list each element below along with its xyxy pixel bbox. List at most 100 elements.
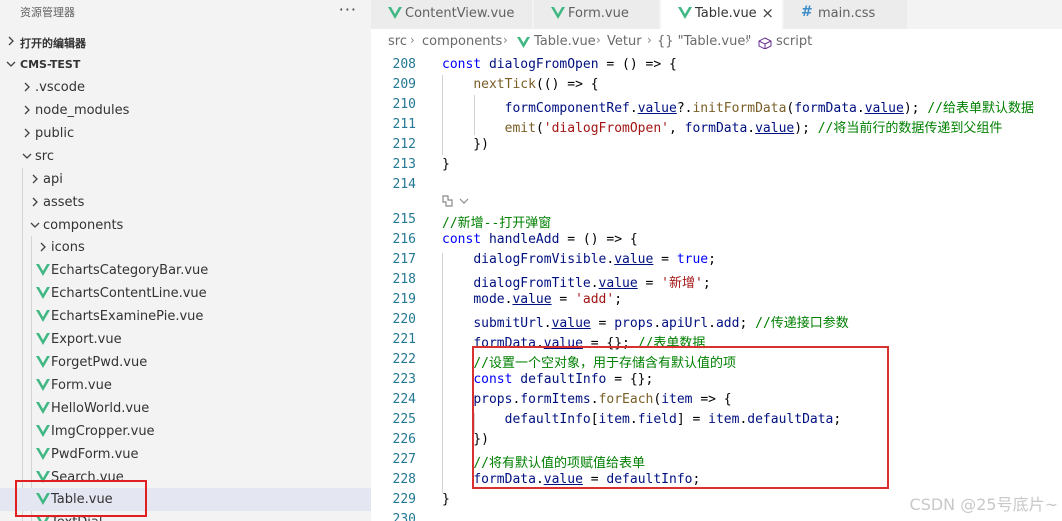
code-text: mode.value = 'add'; bbox=[473, 292, 623, 307]
tree-file[interactable]: EchartsCategoryBar.vue bbox=[0, 259, 371, 282]
explorer-title: 资源管理器 bbox=[20, 6, 75, 19]
line-number: 222 bbox=[392, 352, 416, 367]
tree-folder[interactable]: .vscode bbox=[0, 76, 371, 99]
breadcrumb-item[interactable]: src bbox=[388, 34, 407, 49]
chevron-right-icon bbox=[20, 76, 34, 99]
tree-label: assets bbox=[43, 195, 85, 210]
chevron-right-icon: › bbox=[596, 33, 601, 47]
code-text: emit('dialogFromOpen', formData.value); … bbox=[504, 121, 1003, 136]
vue-icon bbox=[36, 333, 50, 345]
tree-folder[interactable]: api bbox=[0, 168, 371, 191]
chevron-right-icon: › bbox=[745, 33, 750, 47]
tree-label: HelloWorld.vue bbox=[51, 401, 150, 416]
close-icon[interactable]: × bbox=[761, 4, 774, 22]
section-workspace[interactable]: CMS-TEST bbox=[0, 53, 371, 76]
tab-label: Form.vue bbox=[568, 6, 629, 21]
tree-label: components bbox=[43, 218, 124, 233]
tree-label: PwdForm.vue bbox=[51, 447, 139, 462]
line-number: 215 bbox=[392, 212, 416, 227]
tree-folder[interactable]: src bbox=[0, 145, 371, 168]
section-label: 打开的编辑器 bbox=[20, 37, 86, 50]
chevron-right-icon bbox=[36, 236, 50, 259]
code-line: 217 dialogFromVisible.value = true; bbox=[371, 250, 1062, 270]
code-line: 208 const dialogFromOpen = () => { bbox=[371, 55, 1062, 75]
vue-icon bbox=[36, 448, 50, 460]
code-text: nextTick(() => { bbox=[473, 77, 599, 92]
breadcrumb: src › components › Table.vue › Vetur › {… bbox=[371, 29, 1062, 55]
tree-file[interactable]: EchartsContentLine.vue bbox=[0, 282, 371, 305]
code-line: 220 submitUrl.value = props.apiUrl.add; … bbox=[371, 310, 1062, 331]
code-text: //新增--打开弹窗 bbox=[442, 216, 552, 231]
vue-icon bbox=[36, 379, 50, 391]
chevron-right-icon bbox=[28, 191, 42, 214]
chevron-right-icon bbox=[4, 30, 18, 53]
breadcrumb-item[interactable]: script bbox=[776, 34, 812, 49]
code-line: 218 dialogFromTitle.value = '新增'; bbox=[371, 270, 1062, 291]
tree-file[interactable]: PwdForm.vue bbox=[0, 443, 371, 466]
line-number: 209 bbox=[392, 77, 416, 92]
line-number: 230 bbox=[392, 512, 416, 521]
tree-folder[interactable]: components bbox=[0, 214, 371, 237]
tree-label: EchartsCategoryBar.vue bbox=[51, 263, 209, 278]
breadcrumb-item[interactable]: Table.vue bbox=[534, 34, 596, 49]
tree-file[interactable]: ImgCropper.vue bbox=[0, 420, 371, 443]
vue-icon bbox=[36, 264, 50, 276]
codelens-icon[interactable] bbox=[441, 194, 475, 208]
vue-icon bbox=[36, 356, 50, 368]
tree-label: node_modules bbox=[35, 103, 130, 118]
tree-folder[interactable]: public bbox=[0, 122, 371, 145]
chevron-right-icon: › bbox=[647, 33, 652, 47]
tree-label: ImgCropper.vue bbox=[51, 424, 155, 439]
code-line: 209 nextTick(() => { bbox=[371, 75, 1062, 95]
code-line: 212 }) bbox=[371, 135, 1062, 155]
code-text: const dialogFromOpen = () => { bbox=[442, 57, 677, 72]
line-number: 229 bbox=[392, 492, 416, 507]
tree-label: EchartsExaminePie.vue bbox=[51, 309, 204, 324]
tree-label: icons bbox=[51, 240, 85, 255]
line-number: 213 bbox=[392, 157, 416, 172]
tree-folder[interactable]: icons bbox=[0, 236, 371, 259]
vue-icon bbox=[36, 425, 50, 437]
cube-icon bbox=[758, 37, 772, 49]
tree-file[interactable]: EchartsExaminePie.vue bbox=[0, 305, 371, 328]
tree-label: public bbox=[35, 126, 75, 141]
tree-label: ForgetPwd.vue bbox=[51, 355, 148, 370]
chevron-right-icon: › bbox=[503, 33, 508, 47]
chevron-right-icon bbox=[20, 99, 34, 122]
breadcrumb-item[interactable]: components bbox=[422, 34, 502, 49]
section-open-editors[interactable]: 打开的编辑器 bbox=[0, 30, 371, 53]
line-number: 218 bbox=[392, 272, 416, 287]
tree-file[interactable]: HelloWorld.vue bbox=[0, 397, 371, 420]
line-number: 219 bbox=[392, 292, 416, 307]
highlight-box bbox=[472, 346, 889, 489]
more-actions-icon[interactable]: ··· bbox=[339, 0, 357, 19]
code-text: formComponentRef.value?.initFormData(for… bbox=[504, 101, 1034, 116]
code-text: } bbox=[442, 492, 450, 507]
chevron-down-icon bbox=[20, 145, 34, 168]
line-number: 221 bbox=[392, 332, 416, 347]
tree-file[interactable]: Export.vue bbox=[0, 328, 371, 351]
code-line: 210 formComponentRef.value?.initFormData… bbox=[371, 95, 1062, 116]
section-label: CMS-TEST bbox=[20, 58, 81, 71]
vue-icon bbox=[517, 37, 530, 48]
tree-folder[interactable]: node_modules bbox=[0, 99, 371, 122]
tree-file[interactable]: ForgetPwd.vue bbox=[0, 351, 371, 374]
highlight-box bbox=[15, 480, 147, 517]
line-number: 214 bbox=[392, 177, 416, 192]
tree-label: .vscode bbox=[35, 80, 85, 95]
vue-icon bbox=[36, 287, 50, 299]
explorer-sidebar: 资源管理器 ··· 打开的编辑器 CMS-TEST .vscode node_mo… bbox=[0, 0, 371, 521]
breadcrumb-item[interactable]: {} "Table.vue" bbox=[657, 34, 751, 49]
vue-icon bbox=[388, 7, 402, 19]
line-number: 225 bbox=[392, 412, 416, 427]
tree-folder[interactable]: assets bbox=[0, 191, 371, 214]
chevron-right-icon: › bbox=[410, 33, 415, 47]
tab-table[interactable]: Table.vue × bbox=[661, 0, 783, 29]
tab-main-css[interactable]: # main.css bbox=[784, 0, 908, 29]
tree-file[interactable]: Form.vue bbox=[0, 374, 371, 397]
breadcrumb-item[interactable]: Vetur bbox=[607, 34, 642, 49]
vue-icon bbox=[678, 7, 692, 19]
tab-form[interactable]: Form.vue bbox=[534, 0, 660, 29]
tab-contentview[interactable]: ContentView.vue bbox=[371, 0, 533, 29]
tab-label: ContentView.vue bbox=[405, 6, 515, 21]
